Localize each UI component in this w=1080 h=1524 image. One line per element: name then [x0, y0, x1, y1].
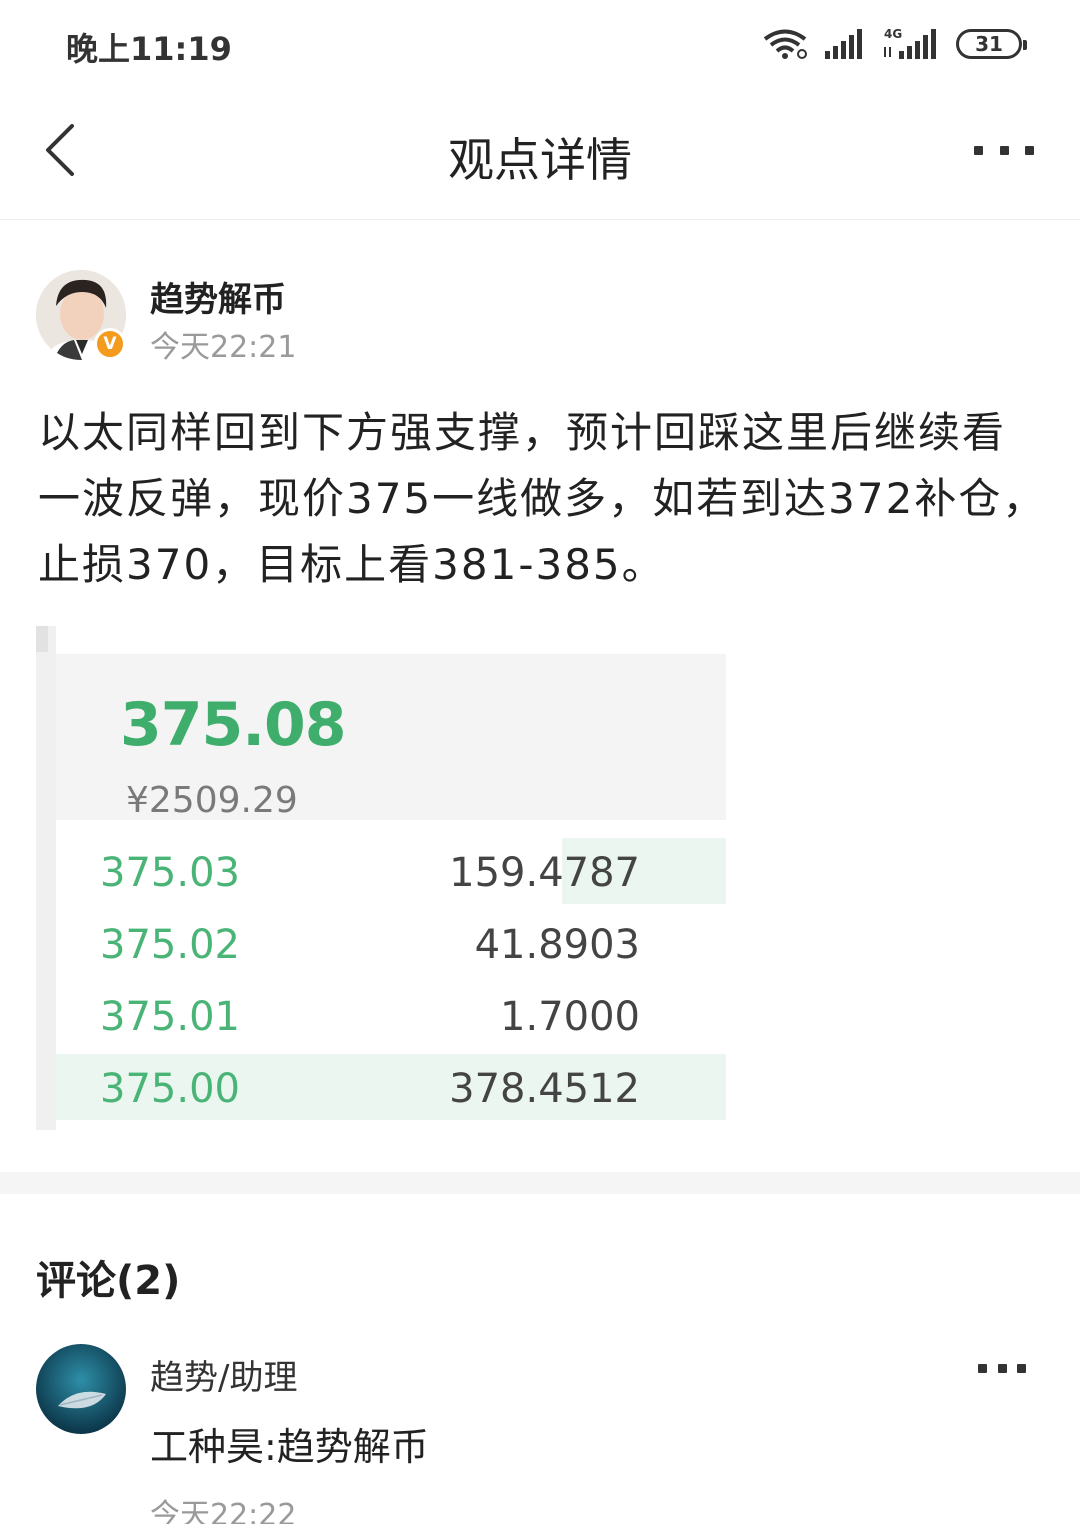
- post-image[interactable]: 375.08 ¥2509.29 375.03 159.4787 375.02 4…: [36, 626, 726, 1130]
- cny-price: ¥2509.29: [126, 780, 298, 821]
- row-price: 375.03: [100, 850, 240, 896]
- image-edge: [36, 626, 56, 1130]
- comment-text: 工种昊:趋势解币: [150, 1425, 429, 1469]
- orderbook-row: 375.02 41.8903: [56, 910, 726, 976]
- status-icons: 4G 31: [762, 26, 1027, 62]
- row-qty: 159.4787: [449, 850, 640, 896]
- comment-author[interactable]: 趋势/助理: [150, 1350, 297, 1399]
- more-dot-icon: [1025, 145, 1034, 155]
- price-panel: 375.08 ¥2509.29: [56, 654, 726, 821]
- row-qty: 1.7000: [500, 994, 640, 1040]
- comments-title: 评论(2): [36, 1258, 181, 1304]
- svg-text:4G: 4G: [884, 27, 902, 41]
- wifi-icon: [763, 29, 807, 59]
- header: 观点详情: [0, 90, 1080, 220]
- row-price: 375.01: [100, 994, 240, 1040]
- row-qty: 41.8903: [474, 922, 640, 968]
- orderbook-row: 375.01 1.7000: [56, 982, 726, 1048]
- author-name[interactable]: 趋势解币: [150, 272, 286, 321]
- more-dot-icon: [974, 145, 983, 155]
- row-price: 375.02: [100, 922, 240, 968]
- avatar-leaf-icon: [36, 1344, 126, 1434]
- post-time: 今天22:21: [150, 330, 297, 365]
- orderbook-row: 375.00 378.4512: [56, 1054, 726, 1120]
- row-qty: 378.4512: [449, 1066, 640, 1112]
- more-dot-icon: [997, 1363, 1007, 1373]
- comment-avatar[interactable]: [36, 1344, 126, 1434]
- image-edge: [36, 626, 48, 652]
- post-author[interactable]: V 趋势解币 今天22:21: [36, 268, 1036, 365]
- more-dot-icon: [1017, 1363, 1026, 1373]
- comment-more-button[interactable]: [978, 1356, 1026, 1380]
- signal-icon: [825, 29, 862, 59]
- post-text: 以太同样回到下方强支撑，预计回踩这里后继续看一波反弹，现价375一线做多，如若到…: [38, 408, 1047, 589]
- section-divider: [0, 1172, 1080, 1194]
- more-button[interactable]: [974, 132, 1034, 168]
- battery-icon: 31: [956, 29, 1027, 59]
- verified-badge: V: [94, 328, 126, 360]
- row-price: 375.00: [100, 1066, 240, 1112]
- more-dot-icon: [978, 1363, 987, 1373]
- comment-time: 今天22:22: [150, 1498, 297, 1524]
- page-title: 观点详情: [448, 133, 632, 187]
- last-price: 375.08: [120, 690, 347, 760]
- more-dot-icon: [999, 145, 1009, 155]
- battery-level: 31: [975, 32, 1003, 56]
- status-time: 晚上11:19: [66, 30, 232, 68]
- signal-4g-icon: 4G: [884, 27, 936, 59]
- orderbook-row: 375.03 159.4787: [56, 838, 726, 904]
- status-bar: 晚上11:19 4G 31: [0, 0, 1080, 90]
